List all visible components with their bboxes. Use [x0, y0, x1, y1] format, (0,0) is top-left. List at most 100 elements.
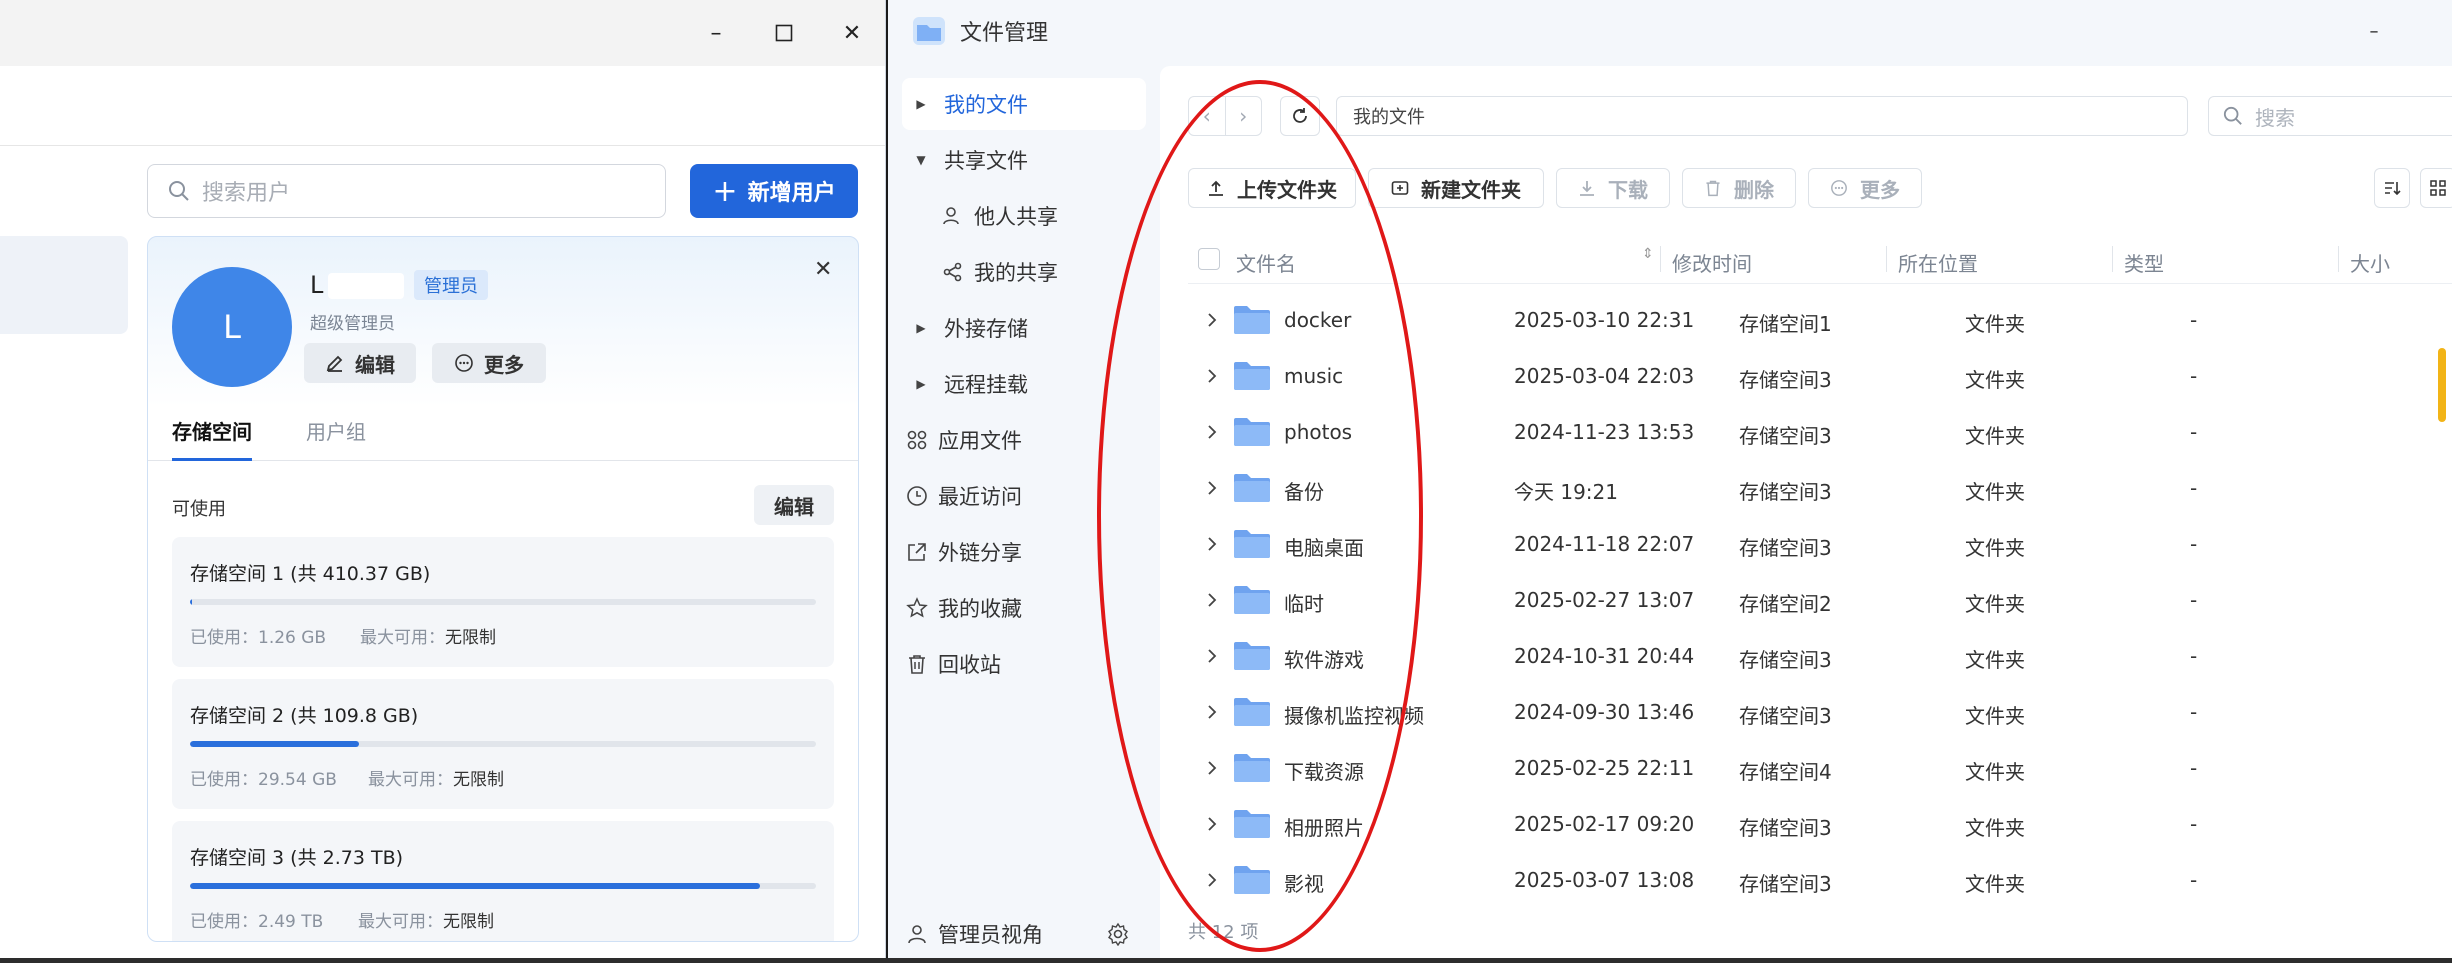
expand-chevron-icon[interactable] — [1206, 534, 1218, 558]
expand-chevron-icon[interactable] — [1206, 310, 1218, 334]
expand-arrow-icon: ▶ — [916, 97, 926, 111]
file-type: 文件夹 — [1965, 816, 2025, 840]
edit-storage-button[interactable]: 编辑 — [754, 485, 834, 525]
table-row[interactable]: docker 2025-03-10 22:31 存储空间1 文件夹 - — [1188, 292, 2452, 348]
download-button[interactable]: 下载 — [1556, 168, 1670, 208]
storage-used: 已使用：1.26 GB — [190, 628, 327, 648]
sidebar-item-shared-files[interactable]: ▼ 共享文件 — [902, 134, 1146, 186]
column-name-header[interactable]: 文件名 — [1236, 248, 1296, 277]
search-user-input[interactable]: 搜索用户 — [147, 164, 666, 218]
file-search-input[interactable]: 搜索 — [2208, 96, 2452, 136]
table-row[interactable]: photos 2024-11-23 13:53 存储空间3 文件夹 - — [1188, 404, 2452, 460]
file-location: 存储空间2 — [1739, 592, 1832, 616]
sidebar-item-app-files[interactable]: 应用文件 — [902, 414, 1146, 466]
expand-chevron-icon[interactable] — [1206, 366, 1218, 390]
expand-chevron-icon[interactable] — [1206, 758, 1218, 782]
sidebar-item-favorites[interactable]: 我的收藏 — [902, 582, 1146, 634]
name-redaction — [328, 273, 404, 299]
sidebar-item-label: 共享文件 — [944, 149, 1028, 173]
sidebar-item-my-shares[interactable]: 我的共享 — [938, 246, 1146, 298]
sidebar-item-link-share[interactable]: 外链分享 — [902, 526, 1146, 578]
column-modified-header[interactable]: 修改时间 — [1672, 248, 1752, 277]
delete-button[interactable]: 删除 — [1682, 168, 1796, 208]
upload-icon — [1209, 180, 1223, 196]
fm-minimize-button[interactable]: – — [2354, 12, 2394, 50]
file-name: 备份 — [1284, 480, 1324, 504]
storage-usage-fill — [190, 599, 192, 605]
expand-chevron-icon[interactable] — [1206, 702, 1218, 726]
file-size: - — [2190, 308, 2198, 332]
sidebar-item-label: 我的共享 — [974, 261, 1058, 285]
close-card-icon[interactable]: ✕ — [814, 257, 832, 282]
column-type-header[interactable]: 类型 — [2124, 248, 2164, 277]
sidebar-item-recycle-bin[interactable]: 回收站 — [902, 638, 1146, 690]
expand-chevron-icon[interactable] — [1206, 870, 1218, 894]
table-row[interactable]: 电脑桌面 2024-11-18 22:07 存储空间3 文件夹 - — [1188, 516, 2452, 572]
forward-icon[interactable]: › — [1224, 97, 1262, 135]
folder-icon — [1232, 416, 1272, 453]
expand-chevron-icon[interactable] — [1206, 590, 1218, 614]
sidebar-item-my-files[interactable]: ▶ 我的文件 — [902, 78, 1146, 130]
expand-chevron-icon[interactable] — [1206, 422, 1218, 446]
add-user-button[interactable]: + 新增用户 — [690, 164, 858, 218]
search-user-placeholder: 搜索用户 — [202, 181, 291, 206]
file-modified: 2025-02-25 22:11 — [1514, 756, 1695, 780]
folder-icon — [1232, 360, 1272, 397]
sort-button[interactable] — [2374, 168, 2410, 208]
settings-gear-icon[interactable] — [1106, 922, 1130, 950]
more-actions-button[interactable]: 更多 — [1808, 168, 1922, 208]
sidebar-item-remote-mount[interactable]: ▶ 远程挂载 — [902, 358, 1146, 410]
table-row[interactable]: 相册照片 2025-02-17 09:20 存储空间3 文件夹 - — [1188, 796, 2452, 852]
maximize-button[interactable] — [764, 14, 804, 52]
more-user-button[interactable]: 更多 — [432, 343, 546, 383]
refresh-icon — [1293, 108, 1307, 123]
folder-icon — [1232, 752, 1272, 789]
view-mode-button[interactable] — [2420, 168, 2452, 208]
select-all-checkbox[interactable] — [1198, 248, 1220, 270]
sidebar-item-external-storage[interactable]: ▶ 外接存储 — [902, 302, 1146, 354]
back-icon[interactable]: ‹ — [1189, 97, 1225, 135]
expand-chevron-icon[interactable] — [1206, 646, 1218, 670]
minimize-button[interactable]: – — [696, 14, 736, 52]
upload-folder-button[interactable]: 上传文件夹 — [1188, 168, 1356, 208]
table-row[interactable]: 临时 2025-02-27 13:07 存储空间2 文件夹 - — [1188, 572, 2452, 628]
table-row[interactable]: 摄像机监控视频 2024-09-30 13:46 存储空间3 文件夹 - — [1188, 684, 2452, 740]
table-row[interactable]: 下载资源 2025-02-25 22:11 存储空间4 文件夹 - — [1188, 740, 2452, 796]
sidebar-selected-item[interactable] — [0, 236, 128, 334]
file-type: 文件夹 — [1965, 480, 2025, 504]
avatar: L — [172, 267, 292, 387]
edit-user-label: 编辑 — [355, 352, 395, 377]
new-folder-label: 新建文件夹 — [1421, 177, 1521, 202]
table-row[interactable]: 备份 今天 19:21 存储空间3 文件夹 - — [1188, 460, 2452, 516]
column-size-header[interactable]: 大小 — [2350, 248, 2390, 277]
refresh-button[interactable] — [1280, 96, 1320, 136]
sidebar-item-recent[interactable]: 最近访问 — [902, 470, 1146, 522]
file-location: 存储空间3 — [1739, 872, 1832, 896]
scrollbar-thumb[interactable] — [2438, 348, 2446, 422]
file-size: - — [2190, 700, 2198, 724]
file-manager-window: 文件管理 – ▶ 我的文件 ▼ 共享文件 他人共享 我的共享 ▶ 外接存储 ▶ … — [888, 0, 2452, 958]
path-bar[interactable]: 我的文件 — [1336, 96, 2188, 136]
sidebar-item-shared-by-others[interactable]: 他人共享 — [938, 190, 1146, 242]
available-label: 可使用 — [172, 499, 226, 520]
table-row[interactable]: 软件游戏 2024-10-31 20:44 存储空间3 文件夹 - — [1188, 628, 2452, 684]
tab-user-groups[interactable]: 用户组 — [306, 417, 366, 461]
expand-arrow-icon: ▶ — [916, 377, 926, 391]
file-modified: 2025-02-17 09:20 — [1514, 812, 1695, 836]
file-size: - — [2190, 532, 2198, 556]
expand-chevron-icon[interactable] — [1206, 814, 1218, 838]
table-row[interactable]: music 2025-03-04 22:03 存储空间3 文件夹 - — [1188, 348, 2452, 404]
column-location-header[interactable]: 所在位置 — [1898, 248, 1978, 277]
storage-used: 已使用：29.54 GB — [190, 770, 337, 790]
sort-arrows-icon[interactable]: ⇕ — [1642, 246, 1654, 262]
edit-user-button[interactable]: 编辑 — [304, 343, 416, 383]
storage-used: 已使用：2.49 TB — [190, 912, 324, 932]
expand-chevron-icon[interactable] — [1206, 478, 1218, 502]
new-folder-button[interactable]: 新建文件夹 — [1368, 168, 1544, 208]
trash-icon — [1706, 180, 1720, 197]
table-row[interactable]: 影视 2025-03-07 13:08 存储空间3 文件夹 - — [1188, 852, 2452, 908]
close-window-button[interactable]: ✕ — [832, 14, 872, 52]
file-size: - — [2190, 588, 2198, 612]
tab-storage[interactable]: 存储空间 — [172, 417, 252, 461]
file-manager-title: 文件管理 — [912, 14, 1048, 48]
